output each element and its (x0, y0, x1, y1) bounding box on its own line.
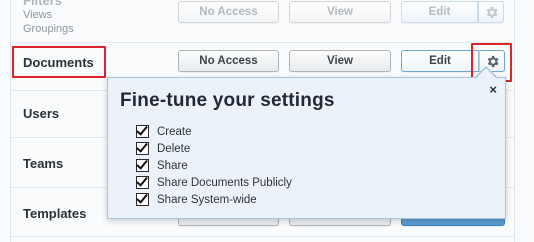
popover-title: Fine-tune your settings (120, 90, 335, 111)
row-label-filters: Filters (23, 0, 63, 8)
row-divider (10, 236, 514, 237)
checkbox-checked-icon[interactable] (136, 193, 149, 206)
checkbox-checked-icon[interactable] (136, 142, 149, 155)
checkbox-checked-icon[interactable] (136, 176, 149, 189)
checkbox-checked-icon[interactable] (136, 159, 149, 172)
documents-no-access-button[interactable]: No Access (178, 50, 279, 72)
gear-icon (486, 6, 497, 18)
highlight-documents-label (12, 46, 106, 78)
checkbox-checked-icon[interactable] (136, 125, 149, 138)
filters-edit-button[interactable]: Edit (401, 1, 478, 23)
close-icon[interactable]: × (489, 82, 497, 97)
option-create[interactable]: Create (136, 123, 292, 140)
option-share-system-wide[interactable]: Share System-wide (136, 191, 292, 208)
option-delete[interactable]: Delete (136, 140, 292, 157)
row-label-teams: Teams (23, 156, 64, 171)
popover-arrow-fill (476, 68, 496, 78)
right-border (514, 0, 515, 242)
filters-no-access-button[interactable]: No Access (178, 1, 279, 23)
documents-view-button[interactable]: View (289, 50, 391, 72)
documents-edit-button[interactable]: Edit (401, 50, 479, 72)
row-divider (10, 42, 514, 43)
left-border (10, 0, 11, 242)
option-label: Create (157, 125, 192, 138)
filters-view-button[interactable]: View (289, 1, 391, 23)
row-label-templates: Templates (23, 206, 87, 221)
row-label-users: Users (23, 106, 60, 121)
filters-settings-button[interactable] (478, 1, 504, 23)
row-sublabel-views: Views (23, 9, 53, 21)
option-label: Share System-wide (157, 193, 257, 206)
option-label: Share Documents Publicly (157, 176, 292, 189)
option-label: Share (157, 159, 188, 172)
option-share-documents-publicly[interactable]: Share Documents Publicly (136, 174, 292, 191)
option-share[interactable]: Share (136, 157, 292, 174)
fine-tune-popover: Fine-tune your settings × Create Delete … (107, 77, 506, 219)
row-sublabel-groupings: Groupings (23, 23, 74, 35)
permission-options-list: Create Delete Share Share Documents Publ… (136, 123, 292, 208)
option-label: Delete (157, 142, 191, 155)
